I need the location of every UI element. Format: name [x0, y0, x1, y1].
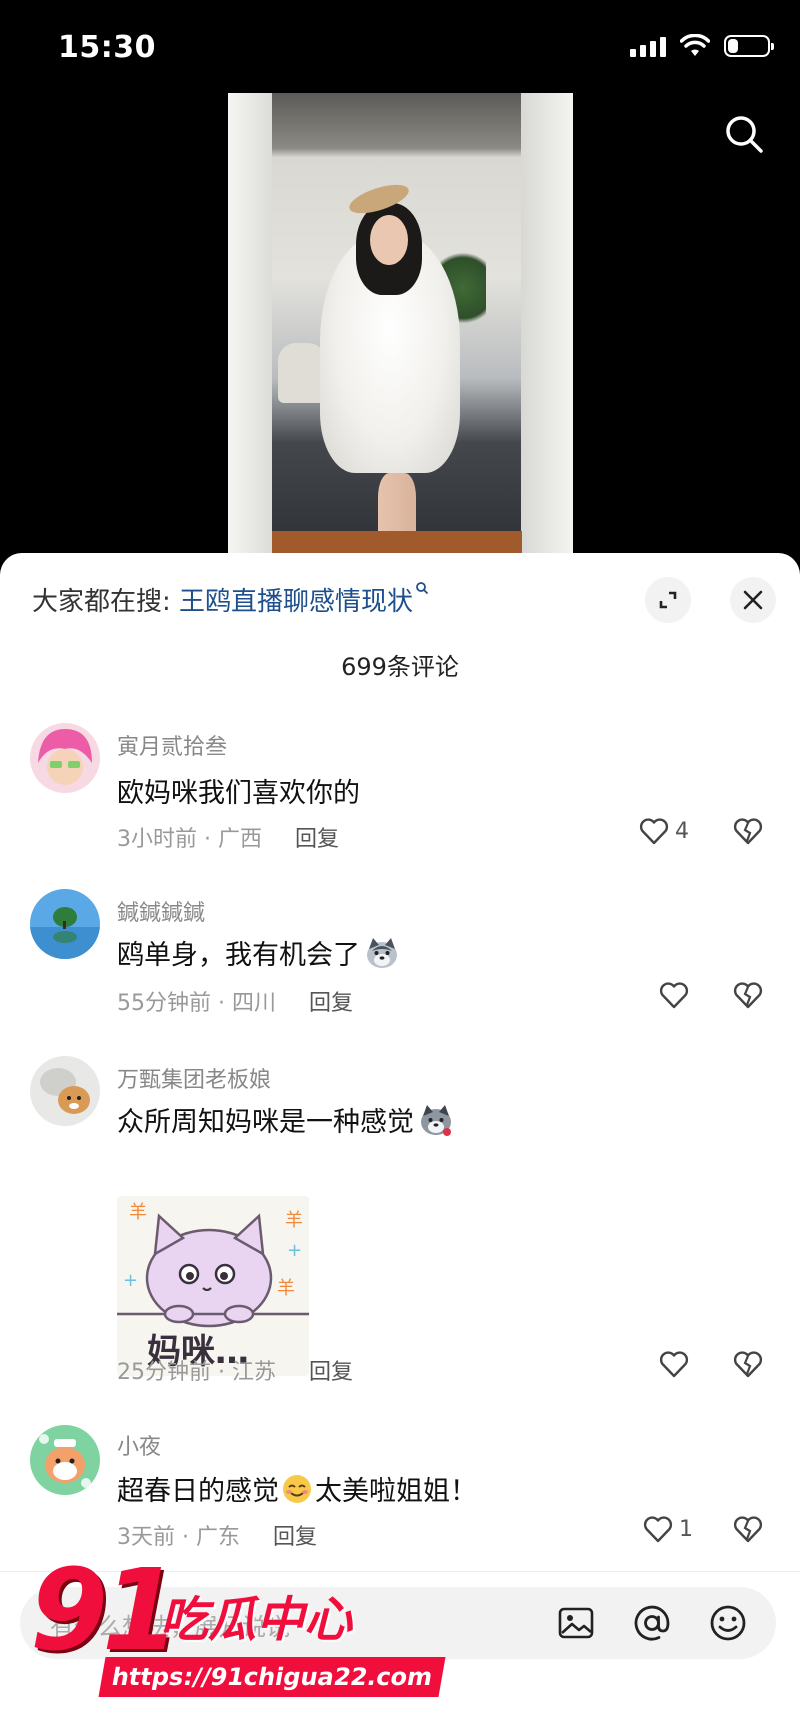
heart-icon	[659, 982, 689, 1009]
video-chair	[278, 343, 326, 403]
video-player[interactable]	[228, 93, 573, 553]
broken-heart-icon[interactable]	[733, 981, 763, 1009]
status-bar: 15:30	[0, 0, 800, 90]
at-icon[interactable]	[630, 1601, 674, 1645]
hot-search-prefix: 大家都在搜:	[32, 587, 171, 617]
avatar[interactable]	[30, 889, 100, 959]
like-count: 1	[679, 1516, 693, 1542]
broken-heart-icon[interactable]	[733, 1350, 763, 1378]
emoji-icon[interactable]	[706, 1601, 750, 1645]
small-search-icon	[416, 582, 429, 595]
hot-search-term[interactable]: 王鸥直播聊感情现状	[179, 587, 413, 617]
svg-text:羊: 羊	[129, 1202, 147, 1223]
heart-icon	[643, 1516, 673, 1543]
avatar[interactable]	[30, 1425, 100, 1495]
expand-icon	[659, 591, 677, 609]
comment-username[interactable]: 寅月贰拾叁	[117, 729, 227, 761]
close-button[interactable]	[730, 577, 776, 623]
comment-text: 众所周知妈咪是一种感觉	[117, 1100, 454, 1139]
watermark-number: 91	[30, 1546, 180, 1676]
svg-text:+: +	[287, 1240, 302, 1261]
husky-emoji-icon	[421, 1104, 451, 1136]
close-icon	[743, 590, 763, 610]
reply-button[interactable]: 回复	[273, 1525, 317, 1550]
comment-text-part-2: 太美啦姐姐！	[315, 1476, 477, 1507]
heart-icon	[639, 818, 669, 845]
broken-heart-icon[interactable]	[733, 817, 763, 845]
comment-text-content: 鸥单身，我有机会了	[117, 940, 360, 971]
comment-meta: 3小时前 · 广西 回复	[117, 821, 339, 853]
heart-icon	[659, 1351, 689, 1378]
search-icon[interactable]	[722, 112, 766, 156]
like-count: 4	[675, 818, 689, 844]
comment-text-content: 欧妈咪我们喜欢你的	[117, 778, 360, 809]
comment-meta: 25分钟前 · 江苏 回复	[117, 1354, 353, 1386]
battery-icon	[724, 35, 774, 57]
avatar[interactable]	[30, 723, 100, 793]
comment-text-content: 众所周知妈咪是一种感觉	[117, 1107, 414, 1138]
site-watermark: 91 吃瓜中心 https://91chigua22.com	[30, 1546, 446, 1705]
comment-text: 超春日的感觉 太美啦姐姐！	[117, 1469, 477, 1508]
reply-button[interactable]: 回复	[309, 991, 353, 1016]
smiling-face-emoji-icon	[283, 1474, 311, 1503]
husky-emoji-icon	[367, 937, 397, 968]
reply-button[interactable]: 回复	[295, 827, 339, 852]
image-icon[interactable]	[554, 1601, 598, 1645]
comment-meta: 55分钟前 · 四川 回复	[117, 985, 353, 1017]
comment-text: 欧妈咪我们喜欢你的	[117, 771, 360, 810]
reply-button[interactable]: 回复	[309, 1360, 353, 1385]
comment-username[interactable]: 万甄集团老板娘	[117, 1062, 271, 1094]
video-floor	[272, 531, 522, 553]
watermark-url: https://91chigua22.com	[98, 1657, 446, 1697]
expand-button[interactable]	[645, 577, 691, 623]
comment-time-location: 25分钟前 · 江苏	[117, 1360, 276, 1385]
video-woman-face	[370, 215, 408, 265]
broken-heart-icon[interactable]	[733, 1515, 763, 1543]
like-button[interactable]: 4	[639, 817, 689, 845]
svg-text:羊: 羊	[285, 1210, 303, 1231]
svg-text:羊: 羊	[277, 1278, 295, 1299]
video-door-frame-right	[521, 93, 573, 553]
comment-sticker-image[interactable]: 羊 羊 羊 + + 妈咪…	[117, 1196, 309, 1376]
comment-time-location: 3小时前 · 广西	[117, 827, 262, 852]
watermark-title: 吃瓜中心	[160, 1592, 353, 1648]
comment-text: 鸥单身，我有机会了	[117, 933, 400, 972]
like-button[interactable]	[659, 1350, 695, 1378]
like-button[interactable]: 1	[643, 1515, 693, 1543]
comment-username[interactable]: 小夜	[117, 1429, 161, 1461]
status-time: 15:30	[58, 30, 156, 65]
hot-search-banner[interactable]: 大家都在搜: 王鸥直播聊感情现状	[32, 581, 429, 618]
like-button[interactable]	[659, 981, 695, 1009]
cellular-signal-icon	[630, 35, 666, 57]
battery-level	[728, 39, 738, 53]
avatar[interactable]	[30, 1056, 100, 1126]
status-icons	[630, 34, 774, 58]
video-door-frame-left	[228, 93, 272, 553]
comment-count: 699条评论	[341, 653, 459, 681]
comment-time-location: 55分钟前 · 四川	[117, 991, 276, 1016]
comment-text-part-1: 超春日的感觉	[117, 1476, 279, 1507]
svg-text:+: +	[123, 1270, 138, 1291]
comment-username[interactable]: 鍼鍼鍼鍼	[117, 895, 205, 927]
wifi-icon	[680, 34, 710, 56]
